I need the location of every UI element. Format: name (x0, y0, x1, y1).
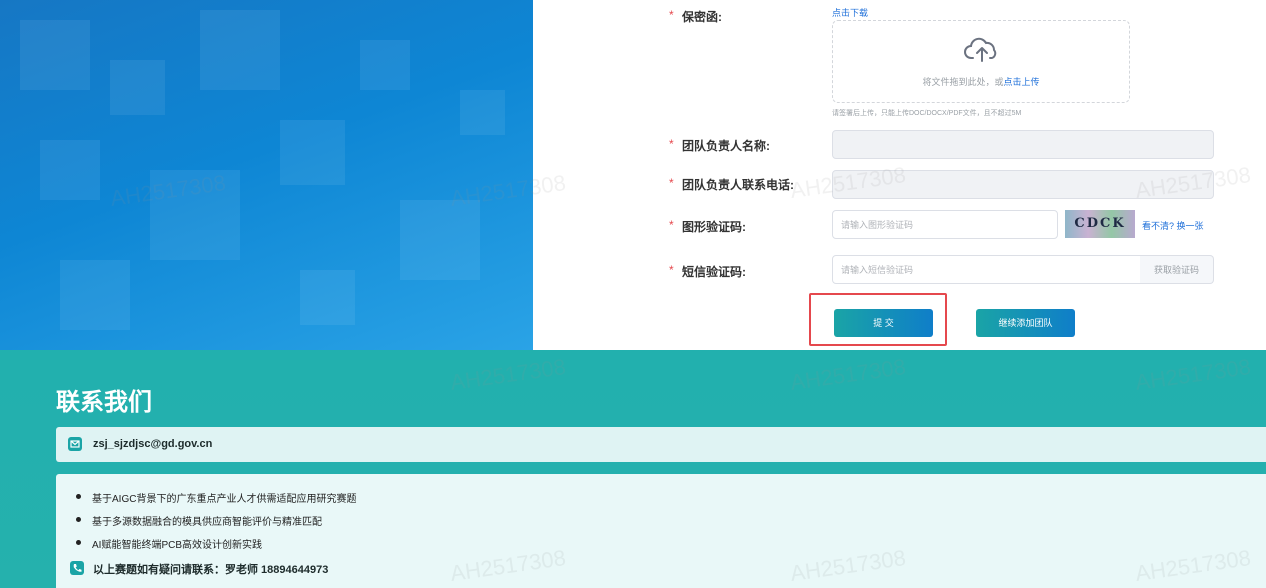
contact-title: 联系我们 (56, 388, 152, 416)
captcha-image[interactable]: CDCK (1065, 210, 1135, 238)
decor-square (110, 60, 165, 115)
leader-name-label: 团队负责人名称: (682, 139, 770, 153)
decor-square (400, 200, 480, 280)
email-bar: zsj_sjzdjsc@gd.gov.cn (56, 427, 1266, 462)
bullet-dot (76, 494, 81, 499)
submit-button[interactable]: 提 交 (834, 309, 933, 337)
get-sms-code-button[interactable]: 获取验证码 (1140, 255, 1214, 284)
decor-square (200, 10, 280, 90)
decor-square (280, 120, 345, 185)
topic-item: 基于AIGC背景下的广东重点产业人才供需适配应用研究赛题 (92, 494, 357, 505)
confidentiality-label: 保密函: (682, 10, 722, 24)
decor-square (20, 20, 90, 90)
upload-text: 将文件拖到此处，或 (922, 77, 1004, 87)
captcha-refresh-link[interactable]: 看不清? 换一张 (1142, 219, 1204, 232)
bullet-dot (76, 540, 81, 545)
add-team-button[interactable]: 继续添加团队 (976, 309, 1075, 337)
upload-hint: 请签署后上传，只能上传DOC/DOCX/PDF文件，且不超过5M (832, 110, 1022, 117)
decor-square (300, 270, 355, 325)
upload-instructions: 将文件拖到此处，或点击上传 (833, 75, 1129, 88)
leader-name-input[interactable] (832, 130, 1214, 159)
required-mark: * (669, 218, 674, 232)
decor-square (360, 40, 410, 90)
required-mark: * (669, 8, 674, 22)
topic-item: 基于多源数据融合的模具供应商智能评价与精准匹配 (92, 517, 322, 528)
leader-phone-label: 团队负责人联系电话: (682, 178, 794, 192)
contact-phone: 以上赛题如有疑问请联系：罗老师 18894644973 (93, 564, 329, 576)
click-upload-link[interactable]: 点击上传 (1004, 77, 1040, 87)
team-form: * 保密函: 点击下载 将文件拖到此处，或点击上传 请签署后上传，只能上传DOC… (533, 0, 1266, 350)
download-link[interactable]: 点击下载 (832, 6, 868, 19)
contact-section: 联系我们 zsj_sjzdjsc@gd.gov.cn 基于AIGC背景下的广东重… (0, 350, 1266, 588)
decor-square (460, 90, 505, 135)
topics-panel: 基于AIGC背景下的广东重点产业人才供需适配应用研究赛题 基于多源数据融合的模具… (56, 474, 1266, 588)
captcha-label: 图形验证码: (682, 220, 746, 234)
phone-icon (70, 561, 84, 575)
captcha-input[interactable]: 请输入图形验证码 (832, 210, 1058, 239)
sms-label: 短信验证码: (682, 265, 746, 279)
topic-item: AI赋能智能终端PCB高效设计创新实践 (92, 540, 263, 551)
upload-dropzone[interactable]: 将文件拖到此处，或点击上传 (832, 20, 1130, 103)
leader-phone-input[interactable] (832, 170, 1214, 199)
left-banner (0, 0, 533, 350)
decor-square (150, 170, 240, 260)
required-mark: * (669, 137, 674, 151)
mail-icon (68, 437, 82, 451)
decor-square (60, 260, 130, 330)
sms-code-input[interactable]: 请输入短信验证码 (832, 255, 1141, 284)
bullet-dot (76, 517, 81, 522)
contact-email[interactable]: zsj_sjzdjsc@gd.gov.cn (93, 438, 212, 450)
decor-square (40, 140, 100, 200)
required-mark: * (669, 263, 674, 277)
required-mark: * (669, 176, 674, 190)
cloud-upload-icon (964, 37, 997, 62)
